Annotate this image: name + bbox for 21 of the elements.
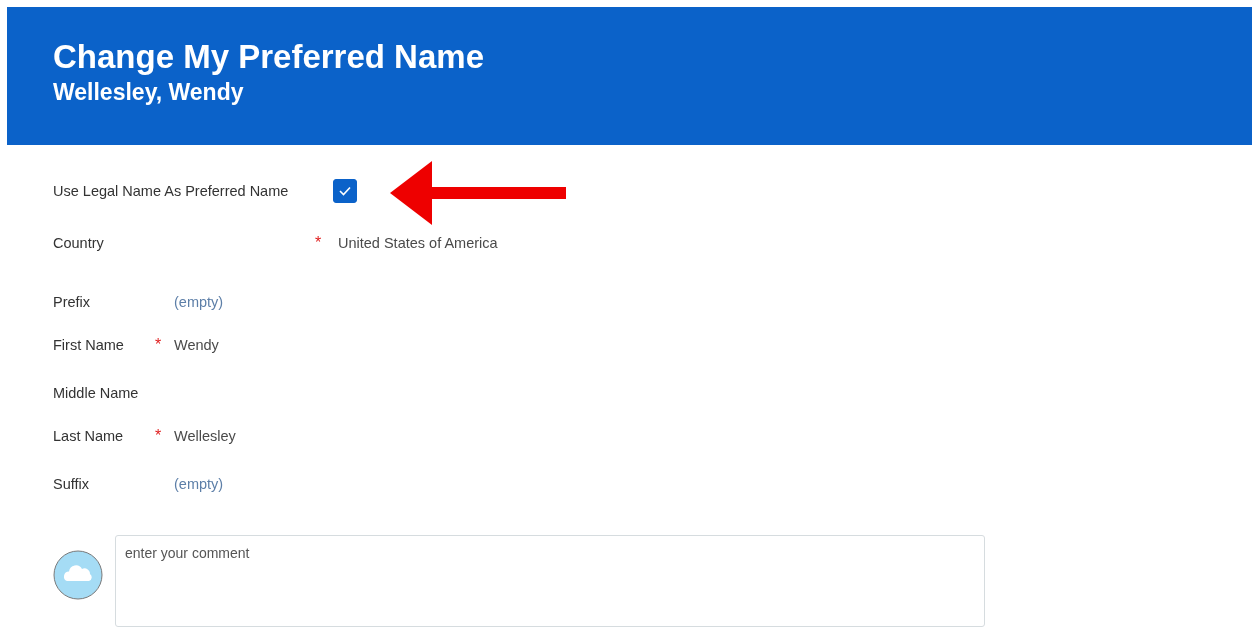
checkmark-icon — [339, 186, 351, 196]
comment-field[interactable]: enter your comment — [115, 535, 985, 627]
field-value: (empty) — [174, 476, 225, 492]
field-label: Prefix — [53, 294, 92, 310]
field-value: United States of America — [338, 235, 499, 251]
field-label: Suffix — [53, 476, 90, 492]
field-label: Use Legal Name As Preferred Name — [53, 183, 290, 199]
employee-name: Wellesley, Wendy — [53, 78, 245, 106]
field-value: Wendy — [174, 337, 220, 353]
field-value: Wellesley — [174, 428, 237, 444]
field-label: Country — [53, 235, 105, 251]
field-label: Middle Name — [53, 385, 140, 401]
field-label: Last Name — [53, 428, 125, 444]
page-title: Change My Preferred Name — [53, 38, 485, 76]
field-label: First Name — [53, 337, 125, 353]
required-mark: * — [155, 427, 162, 444]
field-value: (empty) — [174, 294, 225, 310]
required-mark: * — [155, 336, 162, 353]
cloud-avatar-icon — [53, 550, 103, 600]
required-mark: * — [315, 234, 322, 251]
checkbox[interactable] — [333, 179, 357, 203]
